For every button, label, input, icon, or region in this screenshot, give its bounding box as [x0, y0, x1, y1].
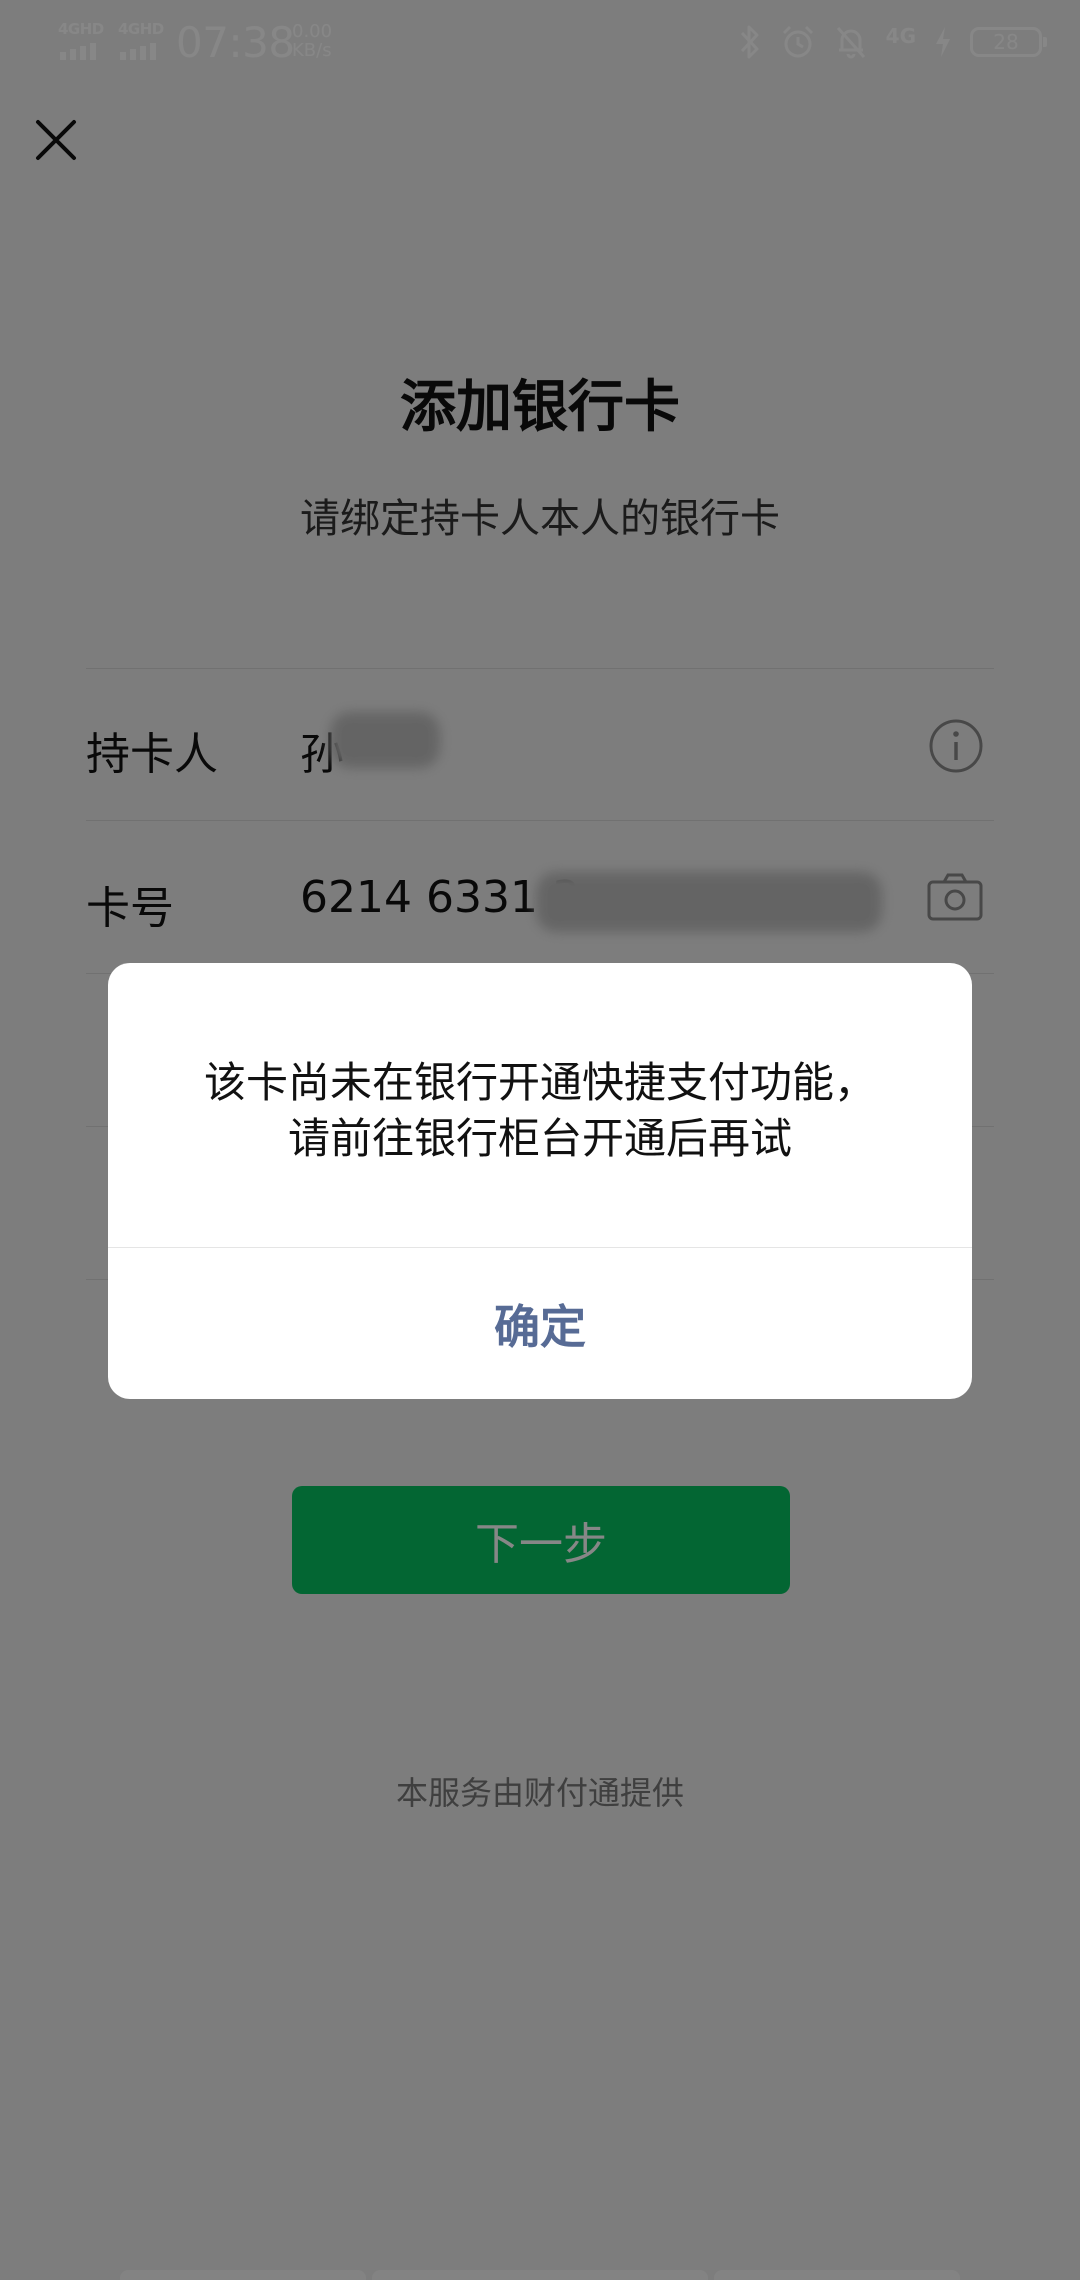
alert-dialog: 该卡尚未在银行开通快捷支付功能，请前往银行柜台开通后再试 确定 — [108, 963, 972, 1399]
dialog-message: 该卡尚未在银行开通快捷支付功能，请前往银行柜台开通后再试 — [204, 1058, 877, 1163]
confirm-button[interactable]: 确定 — [108, 1248, 972, 1399]
